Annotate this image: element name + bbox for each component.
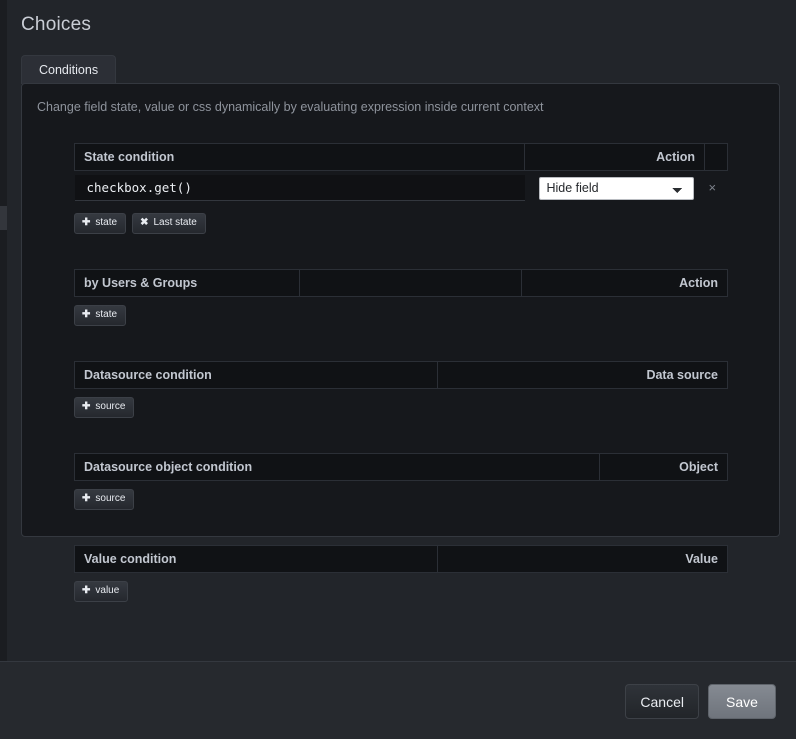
plus-icon: ✚ xyxy=(82,309,91,320)
add-source-button[interactable]: ✚ source xyxy=(74,489,135,510)
add-value-button-label: value xyxy=(95,585,120,596)
left-gutter-marker xyxy=(0,206,7,230)
section-datasource-object-condition: Datasource object condition Object ✚ sou… xyxy=(74,453,728,510)
plus-icon: ✚ xyxy=(82,493,91,504)
add-state-button-label: state xyxy=(95,309,118,320)
conditions-panel: Change field state, value or css dynamic… xyxy=(21,83,780,602)
tab-conditions[interactable]: Conditions xyxy=(21,54,117,84)
column-header-object: Object xyxy=(599,453,728,481)
add-source-button[interactable]: ✚ source xyxy=(74,397,135,418)
expression-input[interactable] xyxy=(74,175,525,201)
action-select[interactable]: Hide field xyxy=(538,176,694,200)
column-header-value-condition: Value condition xyxy=(74,545,438,573)
add-state-button-label: state xyxy=(95,217,118,228)
column-header-delete xyxy=(704,143,728,171)
state-condition-table: State condition Action Hide field xyxy=(74,143,728,205)
cancel-button[interactable]: Cancel xyxy=(625,684,699,719)
save-button[interactable]: Save xyxy=(708,684,776,719)
column-header-data-source: Data source xyxy=(437,361,728,389)
panel-description: Change field state, value or css dynamic… xyxy=(37,100,544,114)
plus-icon: ✚ xyxy=(82,401,91,412)
choices-modal: Choices Conditions Change field state, v… xyxy=(7,0,796,661)
column-header-datasource-object-condition: Datasource object condition xyxy=(74,453,600,481)
column-header-state-condition: State condition xyxy=(74,143,525,171)
table-header-row: by Users & Groups Action xyxy=(74,269,728,297)
column-header-datasource-condition: Datasource condition xyxy=(74,361,438,389)
column-header-value: Value xyxy=(437,545,728,573)
table-header-row: Datasource condition Data source xyxy=(74,361,728,389)
state-condition-buttons: ✚ state ✖ Last state xyxy=(74,213,727,234)
add-state-button[interactable]: ✚ state xyxy=(74,213,127,234)
users-groups-buttons: ✚ state xyxy=(74,305,727,326)
section-users-groups-condition: by Users & Groups Action ✚ state xyxy=(74,269,728,326)
datasource-buttons: ✚ source xyxy=(74,397,727,418)
table-row: Hide field × xyxy=(74,171,728,206)
row-delete-cell: × xyxy=(705,171,728,206)
value-condition-buttons: ✚ value xyxy=(74,581,727,602)
users-groups-table: by Users & Groups Action xyxy=(74,269,728,297)
tab-conditions-label: Conditions xyxy=(39,62,99,77)
datasource-object-table: Datasource object condition Object xyxy=(74,453,728,481)
page-title: Choices xyxy=(21,14,92,35)
column-header-action: Action xyxy=(524,143,705,171)
value-condition-table: Value condition Value xyxy=(74,545,728,573)
table-header-row: Datasource object condition Object xyxy=(74,453,728,481)
left-gutter-strip xyxy=(0,0,7,661)
add-state-button[interactable]: ✚ state xyxy=(74,305,127,326)
plus-icon: ✚ xyxy=(82,585,91,596)
table-header-row: State condition Action xyxy=(74,143,728,171)
section-datasource-condition: Datasource condition Data source ✚ sourc… xyxy=(74,361,728,418)
add-value-button[interactable]: ✚ value xyxy=(74,581,129,602)
column-header-users-groups: by Users & Groups xyxy=(74,269,300,297)
column-header-action: Action xyxy=(521,269,728,297)
cross-icon: ✖ xyxy=(140,217,149,228)
datasource-object-buttons: ✚ source xyxy=(74,489,727,510)
plus-icon: ✚ xyxy=(82,217,91,228)
last-state-button[interactable]: ✖ Last state xyxy=(132,213,206,234)
add-source-button-label: source xyxy=(95,493,126,504)
section-state-condition: State condition Action Hide field xyxy=(74,143,728,234)
modal-footer: Cancel Save xyxy=(0,661,796,739)
table-header-row: Value condition Value xyxy=(74,545,728,573)
column-header-spacer xyxy=(299,269,522,297)
footer-actions: Cancel Save xyxy=(625,684,776,719)
close-icon[interactable]: × xyxy=(705,181,721,194)
expression-cell xyxy=(74,171,525,206)
add-source-button-label: source xyxy=(95,401,126,412)
tab-strip: Conditions xyxy=(21,50,796,84)
last-state-button-label: Last state xyxy=(153,217,197,228)
section-value-condition: Value condition Value ✚ value xyxy=(74,545,728,602)
datasource-table: Datasource condition Data source xyxy=(74,361,728,389)
action-cell: Hide field xyxy=(525,171,705,206)
